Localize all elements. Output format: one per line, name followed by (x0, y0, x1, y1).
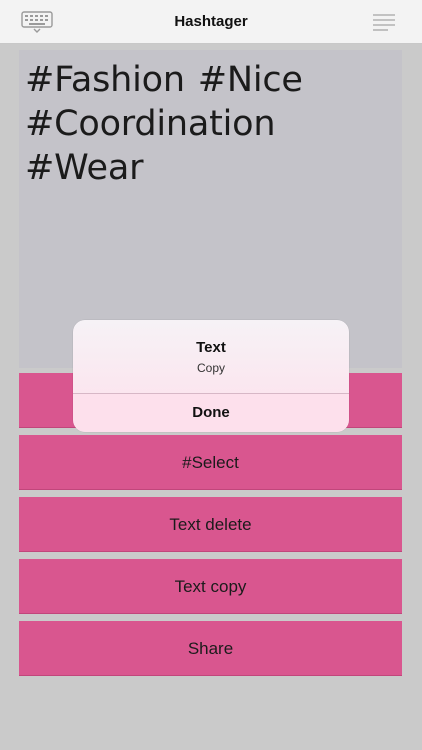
alert-message: Copy (196, 361, 225, 375)
copy-alert: Text Copy Done (73, 320, 349, 432)
alert-body: Text Copy (73, 320, 349, 393)
navigation-bar: Hashtager (0, 0, 422, 44)
text-delete-button[interactable]: Text delete (19, 497, 402, 552)
app-title: Hashtager (174, 13, 248, 30)
share-button[interactable]: Share (19, 621, 402, 676)
alert-title: Text (196, 339, 226, 356)
menu-button[interactable] (368, 9, 400, 35)
select-hashtag-button[interactable]: #Select (19, 435, 402, 490)
text-copy-button[interactable]: Text copy (19, 559, 402, 614)
done-button[interactable]: Done (73, 394, 349, 432)
menu-lines-icon (373, 14, 395, 31)
hashtag-text: #Fashion #Nice #Coordination #Wear (25, 60, 303, 188)
